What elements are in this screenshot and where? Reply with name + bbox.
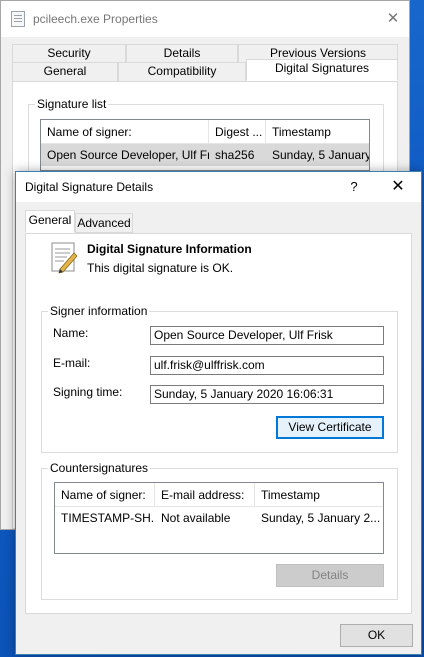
tab-advanced[interactable]: Advanced xyxy=(75,213,133,233)
column-header-timestamp[interactable]: Timestamp xyxy=(255,483,383,507)
close-icon[interactable]: ✕ xyxy=(386,177,410,197)
close-icon[interactable]: ✕ xyxy=(383,9,403,29)
signature-details-dialog: Digital Signature Details ? ✕ General Ad… xyxy=(15,171,422,655)
properties-title: pcileech.exe Properties xyxy=(33,12,158,26)
email-label: E-mail: xyxy=(53,356,91,370)
digest-cell: sha256 xyxy=(215,148,255,162)
certificate-icon xyxy=(51,242,78,274)
column-header-name[interactable]: Name of signer: xyxy=(55,483,155,507)
tab-general[interactable]: General xyxy=(25,210,75,233)
ok-button[interactable]: OK xyxy=(340,624,413,647)
countersigner-timestamp-cell: Sunday, 5 January 2... xyxy=(261,511,381,525)
timestamp-cell: Sunday, 5 January 2 xyxy=(272,148,370,162)
help-icon[interactable]: ? xyxy=(344,177,364,197)
name-label: Name: xyxy=(53,326,89,340)
signer-information-label: Signer information xyxy=(48,304,150,318)
signature-list-label: Signature list xyxy=(35,97,109,111)
list-item[interactable]: Open Source Developer, Ulf Frisk sha256 … xyxy=(41,144,369,166)
dialog-title: Digital Signature Details xyxy=(25,180,154,194)
countersignatures-label: Countersignatures xyxy=(48,461,151,475)
signing-time-label: Signing time: xyxy=(53,385,123,399)
view-certificate-button[interactable]: View Certificate xyxy=(276,416,384,439)
countersigner-name-cell: TIMESTAMP-SH... xyxy=(61,511,155,525)
signature-info-title: Digital Signature Information xyxy=(87,242,252,256)
tab-digital-signatures[interactable]: Digital Signatures xyxy=(246,59,398,81)
signature-status-text: This digital signature is OK. xyxy=(87,261,234,275)
countersignatures-list-header: Name of signer: E-mail address: Timestam… xyxy=(55,483,383,507)
column-header-digest[interactable]: Digest ... xyxy=(209,120,266,144)
signing-time-field[interactable]: Sunday, 5 January 2020 16:06:31 xyxy=(150,385,384,404)
signer-email-field[interactable]: ulf.frisk@ulffrisk.com xyxy=(150,356,384,375)
countersignatures-list[interactable]: Name of signer: E-mail address: Timestam… xyxy=(54,482,384,554)
column-header-timestamp[interactable]: Timestamp xyxy=(266,120,369,144)
application-icon xyxy=(11,11,25,27)
column-header-email[interactable]: E-mail address: xyxy=(155,483,255,507)
signer-name-cell: Open Source Developer, Ulf Frisk xyxy=(47,148,209,162)
details-button[interactable]: Details xyxy=(276,564,384,587)
signature-list[interactable]: Name of signer: Digest ... Timestamp Ope… xyxy=(40,119,370,171)
tab-general[interactable]: General xyxy=(12,62,118,81)
countersigner-email-cell: Not available xyxy=(161,511,231,525)
list-item[interactable]: TIMESTAMP-SH... Not available Sunday, 5 … xyxy=(55,507,383,529)
signer-name-field[interactable]: Open Source Developer, Ulf Frisk xyxy=(150,326,384,345)
column-header-name[interactable]: Name of signer: xyxy=(41,120,209,144)
tab-details[interactable]: Details xyxy=(126,44,238,63)
tab-security[interactable]: Security xyxy=(12,44,126,63)
signature-list-header: Name of signer: Digest ... Timestamp xyxy=(41,120,369,144)
tab-compatibility[interactable]: Compatibility xyxy=(118,62,246,81)
